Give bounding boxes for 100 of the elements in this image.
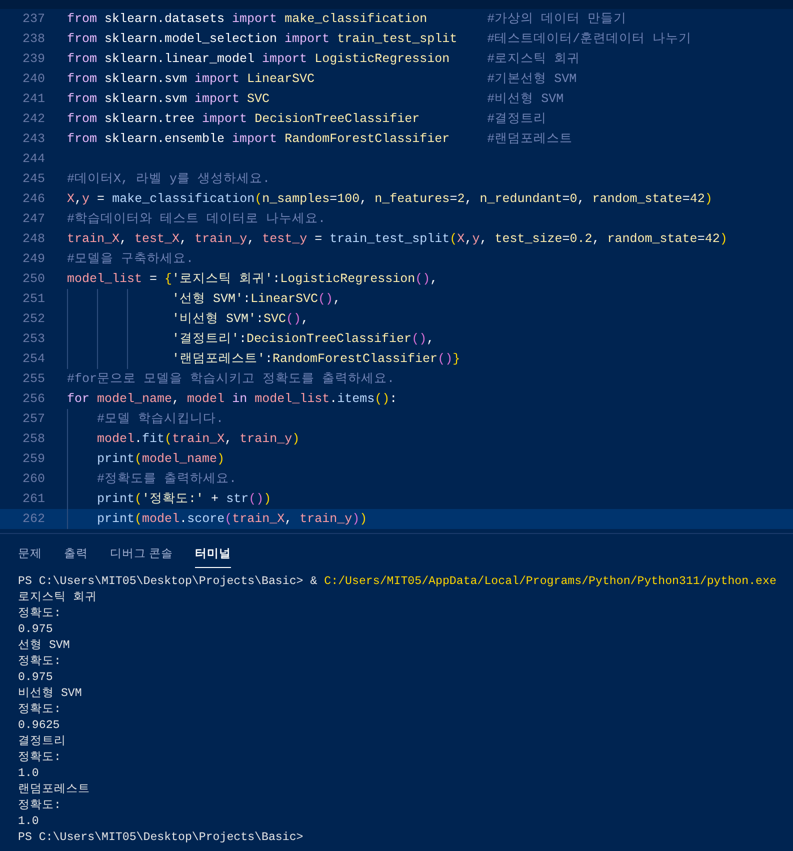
panel-tab[interactable]: 디버그 콘솔	[110, 542, 174, 568]
module-name: sklearn.tree	[104, 112, 195, 126]
line-number: 254	[21, 350, 45, 368]
bracket: )	[217, 452, 225, 466]
code-symbol: ,	[120, 232, 128, 246]
string-literal: '정확도:'	[142, 492, 204, 506]
code-symbol: :	[272, 272, 280, 286]
line-number: 256	[21, 390, 45, 408]
terminal-output: 로지스틱 회귀	[18, 591, 97, 604]
bracket: )	[704, 192, 712, 206]
variable-name: model_list	[67, 272, 142, 286]
class-name: DecisionTreeClassifier	[254, 112, 420, 126]
class-name: LinearSVC	[250, 292, 318, 306]
keyword: import	[194, 92, 240, 106]
line-number: 258	[21, 430, 45, 448]
class-name: LogisticRegression	[280, 272, 416, 286]
keyword: for	[67, 392, 90, 406]
bracket: )	[264, 492, 272, 506]
argument: 0.2	[570, 232, 592, 246]
function-name: make_classification	[112, 192, 255, 206]
code-symbol: =	[148, 272, 158, 286]
line-number: 244	[21, 150, 45, 168]
class-name: SVC	[246, 92, 270, 106]
panel-tab[interactable]: 문제	[18, 542, 42, 568]
keyword: import	[284, 32, 330, 46]
code-symbol: =	[682, 192, 690, 206]
code-symbol: :	[256, 312, 264, 326]
line-number: 245	[21, 170, 45, 188]
bracket: (	[134, 492, 142, 506]
class-name: SVC	[264, 312, 286, 326]
argument: 0	[570, 192, 578, 206]
string-literal: '결정트리'	[172, 332, 240, 346]
line-number: 238	[21, 30, 45, 48]
function-name: print	[97, 452, 135, 466]
variable-name: test_y	[262, 232, 308, 246]
code-comment: #로지스틱 회귀	[487, 50, 580, 68]
terminal-output: 정확도:	[18, 703, 61, 716]
code-comment: #데이터X, 라벨 y를 생성하세요.	[67, 172, 270, 186]
terminal-output: 1.0	[18, 815, 39, 828]
code-comment: #가상의 데이터 만들기	[487, 10, 627, 28]
variable-name: model	[187, 392, 225, 406]
class-name: RandomForestClassifier	[284, 132, 450, 146]
bracket: ()	[286, 312, 302, 326]
bracket: (	[450, 232, 458, 246]
code-symbol: ,	[464, 192, 474, 206]
class-name: DecisionTreeClassifier	[246, 332, 412, 346]
keyword: import	[194, 72, 240, 86]
code-symbol: ,	[247, 232, 256, 246]
line-number: 253	[21, 330, 45, 348]
code-symbol: ,	[360, 192, 368, 206]
bracket: }	[452, 352, 460, 366]
code-symbol: ,	[180, 232, 188, 246]
string-literal: '로지스틱 회귀'	[172, 272, 273, 286]
bracket: (	[254, 192, 262, 206]
argument: 42	[690, 192, 705, 206]
bracket: (	[224, 512, 232, 526]
function-name: score	[187, 512, 225, 526]
bracket: {	[164, 272, 172, 286]
bracket: (	[164, 432, 172, 446]
code-symbol: ,	[464, 232, 472, 246]
variable-name: model	[142, 512, 180, 526]
argument: 42	[704, 232, 720, 246]
string-literal: '선형 SVM'	[172, 292, 244, 306]
terminal-output: 1.0	[18, 767, 39, 780]
bracket: ()	[438, 352, 453, 366]
code-symbol: ,	[333, 292, 341, 306]
keyword: from	[67, 52, 98, 66]
class-name: LinearSVC	[246, 72, 315, 86]
code-comment: #모델 학습시킵니다.	[97, 412, 224, 426]
bracket: ()	[318, 292, 334, 306]
code-comment: #기본선형 SVM	[487, 70, 577, 88]
panel-tab[interactable]: 출력	[64, 542, 88, 568]
code-symbol: .	[330, 392, 338, 406]
code-symbol: .	[180, 512, 188, 526]
class-name: train_test_split	[336, 32, 458, 46]
bracket: )	[292, 432, 300, 446]
module-name: sklearn.model_selection	[104, 32, 278, 46]
class-name: make_classification	[284, 12, 428, 26]
line-number: 260	[21, 470, 45, 488]
terminal-output: 정확도:	[18, 655, 61, 668]
code-symbol: :	[265, 352, 273, 366]
terminal-output: 0.9625	[18, 719, 60, 732]
bracket: )	[720, 232, 728, 246]
function-name: print	[97, 512, 135, 526]
panel-tab[interactable]: 터미널	[195, 542, 232, 568]
code-symbol: =	[96, 192, 106, 206]
code-comment: #모델을 구축하세요.	[67, 252, 194, 266]
line-number: 262	[21, 510, 45, 528]
bracket: ()	[412, 332, 427, 346]
line-number: 243	[21, 130, 45, 148]
keyword: from	[67, 112, 98, 126]
line-number: 241	[21, 90, 45, 108]
code-symbol: ,	[172, 392, 181, 406]
class-name: RandomForestClassifier	[272, 352, 438, 366]
keyword: from	[67, 32, 98, 46]
code-symbol: =	[314, 232, 324, 246]
terminal-prompt: PS C:\Users\MIT05\Desktop\Projects\Basic>	[18, 831, 304, 844]
code-symbol: ,	[430, 272, 438, 286]
code-comment: #비선형 SVM	[487, 90, 564, 108]
keyword: from	[67, 92, 98, 106]
